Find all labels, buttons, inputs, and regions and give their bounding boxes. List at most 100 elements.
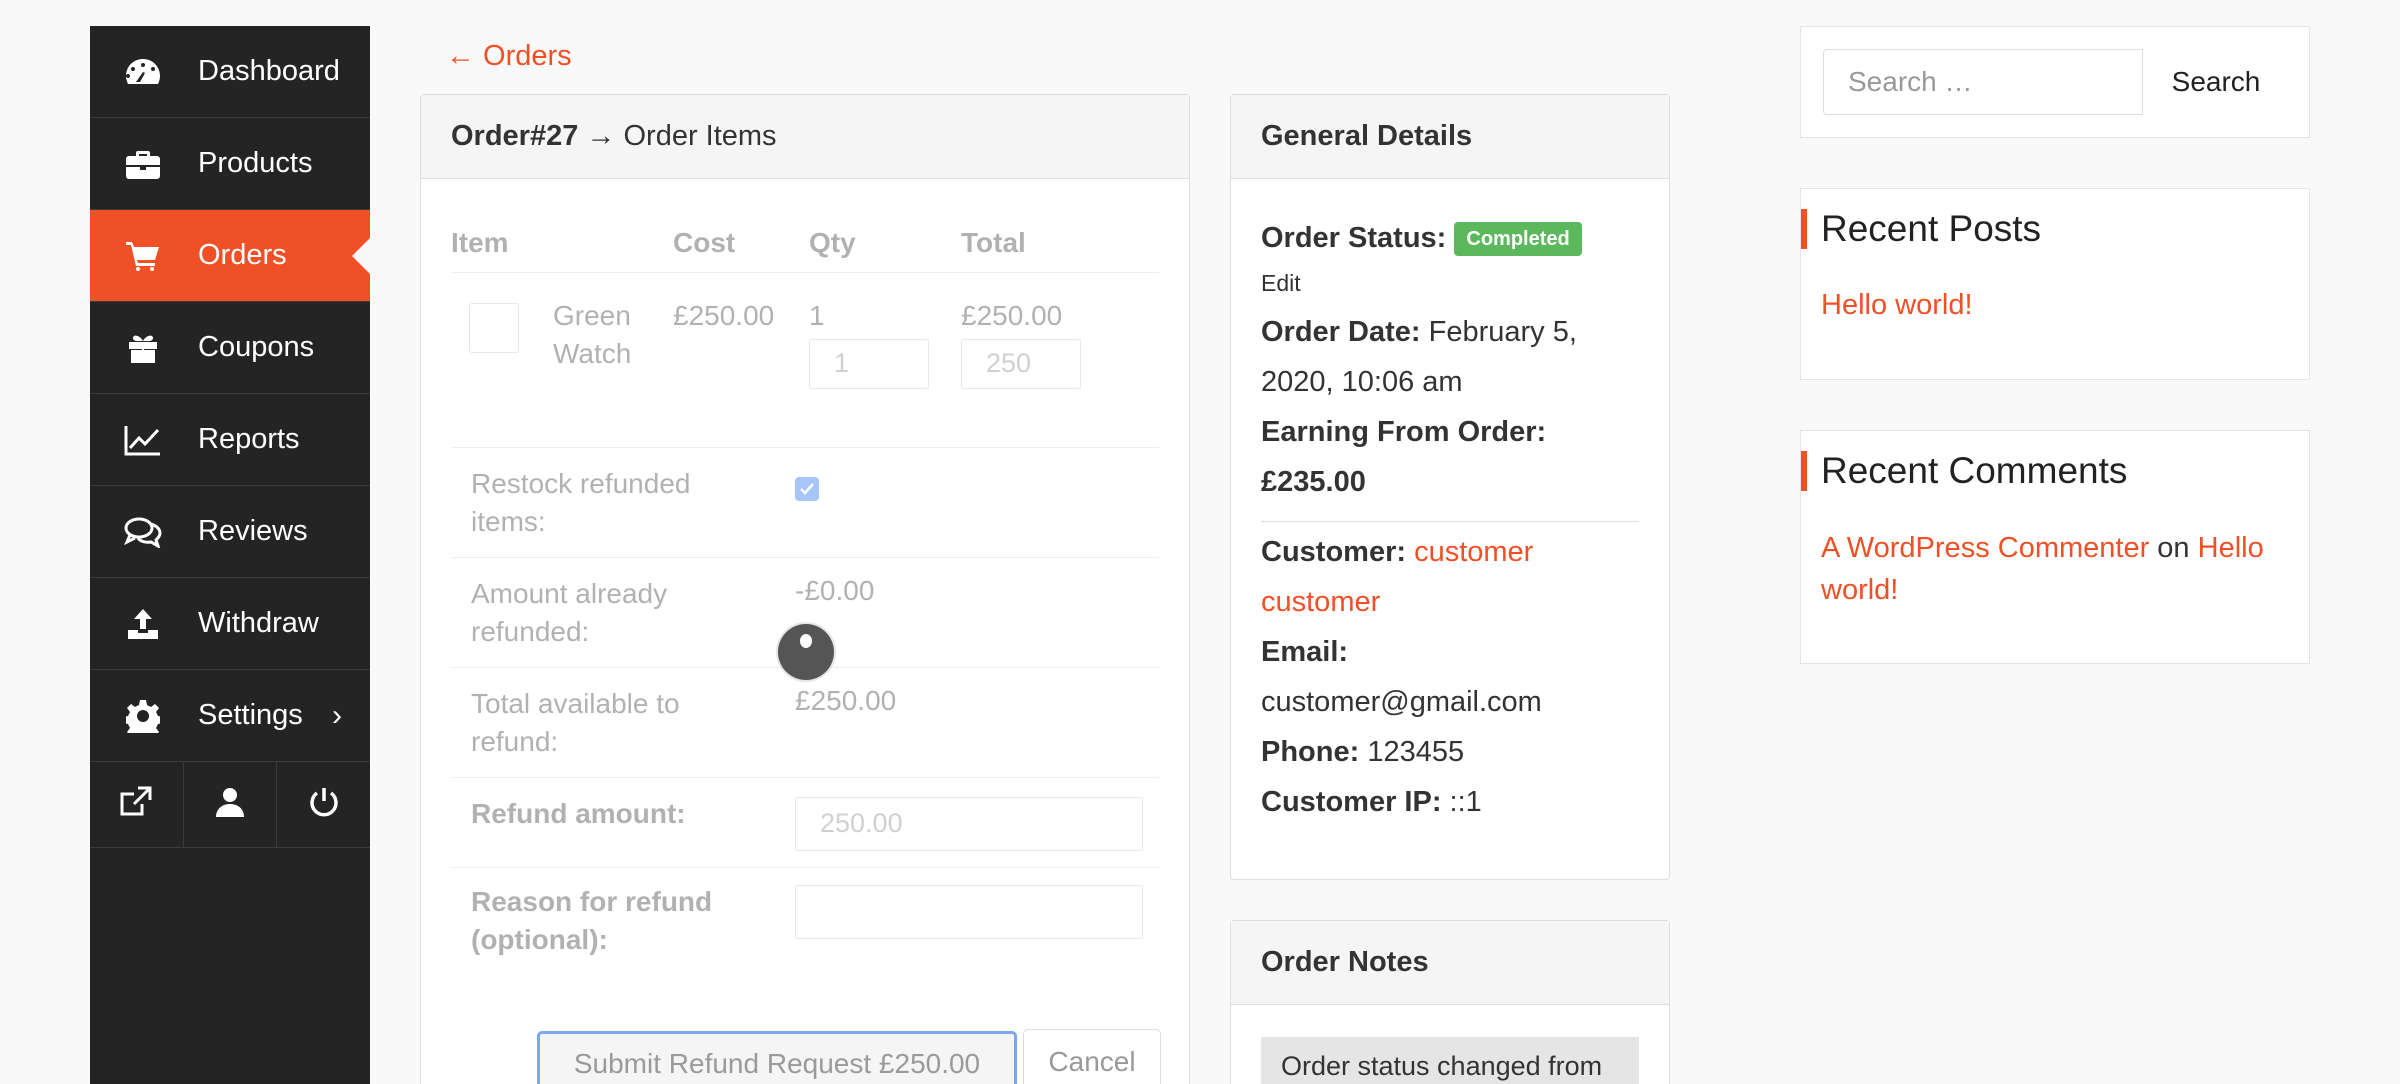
email-value: customer@gmail.com bbox=[1261, 686, 1542, 718]
item-total: £250.00 bbox=[961, 300, 1063, 331]
recent-posts-widget: Recent Posts Hello world! bbox=[1800, 188, 2310, 380]
refund-total-input[interactable]: 250 bbox=[961, 339, 1081, 389]
upload-icon bbox=[124, 605, 162, 643]
chart-line-icon bbox=[124, 421, 162, 459]
chevron-right-icon: › bbox=[332, 698, 342, 732]
available-refund-value: £250.00 bbox=[795, 685, 897, 716]
customer-ip-line: Customer IP: ::1 bbox=[1261, 777, 1482, 827]
sidebar-item-settings[interactable]: Settings › bbox=[90, 670, 370, 762]
refund-reason-input[interactable] bbox=[795, 885, 1143, 939]
sidebar-item-label: Dashboard bbox=[198, 55, 340, 87]
column-cost: Cost bbox=[673, 227, 736, 258]
order-notes-panel: Order Notes Order status changed from bbox=[1230, 920, 1670, 1084]
sidebar-item-reviews[interactable]: Reviews bbox=[90, 486, 370, 578]
already-refunded-label: Amount already refunded: bbox=[471, 578, 668, 647]
order-items-title: → Order Items bbox=[578, 120, 777, 152]
column-qty: Qty bbox=[809, 227, 856, 258]
sidebar-bottom-actions bbox=[90, 762, 370, 848]
status-badge: Completed bbox=[1454, 222, 1582, 257]
sidebar-item-coupons[interactable]: Coupons bbox=[90, 302, 370, 394]
phone-value: 123455 bbox=[1367, 736, 1465, 768]
order-status-label: Order Status: bbox=[1261, 222, 1447, 254]
refund-amount-input[interactable]: 250.00 bbox=[795, 797, 1143, 851]
email-label: Email: bbox=[1261, 636, 1349, 668]
refund-qty-input[interactable]: 1 bbox=[809, 339, 929, 389]
item-qty: 1 bbox=[809, 300, 825, 331]
available-refund-label: Total available to refund: bbox=[471, 688, 680, 757]
order-date-label: Order Date: bbox=[1261, 316, 1421, 348]
order-items-panel: Order#27 → Order Items Item Cost Qty Tot… bbox=[420, 94, 1190, 1084]
general-details-panel: General Details Order Status: Completed … bbox=[1230, 94, 1670, 880]
general-details-header: General Details bbox=[1231, 95, 1669, 179]
item-cost: £250.00 bbox=[673, 300, 775, 331]
sidebar-item-label: Reports bbox=[198, 423, 300, 455]
sidebar-item-orders[interactable]: Orders bbox=[90, 210, 370, 302]
general-details-title: General Details bbox=[1261, 120, 1473, 152]
divider bbox=[451, 557, 1159, 558]
sidebar-item-label: Orders bbox=[198, 239, 287, 271]
product-thumbnail bbox=[469, 303, 519, 353]
recent-posts-title: Recent Posts bbox=[1801, 209, 2041, 249]
restock-checkbox[interactable] bbox=[795, 477, 819, 501]
sidebar-item-label: Coupons bbox=[198, 331, 315, 363]
sidebar-item-label: Products bbox=[198, 147, 313, 179]
back-to-orders-link[interactable]: ← Orders bbox=[446, 40, 572, 73]
product-name-link[interactable]: Green Watch bbox=[553, 297, 663, 373]
customer-line: Customer: customer customer bbox=[1261, 527, 1651, 627]
earning-label: Earning From Order: bbox=[1261, 416, 1547, 448]
order-notes-header: Order Notes bbox=[1231, 921, 1669, 1005]
order-number: Order#27 bbox=[451, 120, 579, 152]
comments-icon bbox=[124, 513, 162, 551]
phone-label: Phone: bbox=[1261, 736, 1360, 768]
divider bbox=[451, 777, 1159, 778]
order-note: Order status changed from bbox=[1261, 1037, 1639, 1084]
divider bbox=[451, 867, 1159, 868]
customer-ip-label: Customer IP: bbox=[1261, 786, 1442, 818]
phone-line: Phone: 123455 bbox=[1261, 727, 1464, 777]
dashboard-icon bbox=[124, 53, 162, 91]
divider bbox=[1261, 521, 1639, 522]
earning-value: £235.00 bbox=[1261, 466, 1366, 498]
order-notes-title: Order Notes bbox=[1261, 946, 1429, 978]
refund-reason-label: Reason for refund (optional): bbox=[471, 886, 713, 955]
submit-refund-button[interactable]: Submit Refund Request £250.00 bbox=[537, 1031, 1017, 1084]
sidebar-item-products[interactable]: Products bbox=[90, 118, 370, 210]
sidebar-item-label: Withdraw bbox=[198, 607, 319, 639]
briefcase-icon bbox=[124, 145, 162, 183]
column-item: Item bbox=[451, 227, 509, 258]
already-refunded-value: -£0.00 bbox=[795, 575, 875, 606]
search-widget: Search … Search bbox=[1800, 26, 2310, 138]
order-items-header: Order#27 → Order Items bbox=[421, 95, 1189, 179]
cancel-refund-button[interactable]: Cancel bbox=[1023, 1029, 1161, 1084]
cart-icon bbox=[124, 237, 162, 275]
mouse-cursor-indicator bbox=[778, 624, 834, 680]
items-table-header: Item Cost Qty Total bbox=[451, 209, 1159, 273]
profile-button[interactable] bbox=[184, 762, 278, 847]
logout-button[interactable] bbox=[277, 762, 370, 847]
external-link-icon bbox=[118, 786, 154, 823]
comment-author-link[interactable]: A WordPress Commenter bbox=[1821, 532, 2149, 564]
column-total: Total bbox=[961, 227, 1026, 258]
recent-comments-title: Recent Comments bbox=[1801, 451, 2127, 491]
sidebar-item-reports[interactable]: Reports bbox=[90, 394, 370, 486]
power-icon bbox=[308, 786, 340, 823]
restock-label: Restock refunded items: bbox=[471, 468, 691, 537]
edit-status-link[interactable]: Edit bbox=[1261, 263, 1301, 303]
recent-comments-widget: Recent Comments A WordPress Commenter on… bbox=[1800, 430, 2310, 664]
visit-store-button[interactable] bbox=[90, 762, 184, 847]
sidebar-item-label: Settings bbox=[198, 699, 303, 731]
user-icon bbox=[216, 787, 244, 822]
sidebar-item-label: Reviews bbox=[198, 515, 308, 547]
gift-icon bbox=[124, 329, 162, 367]
recent-post-link[interactable]: Hello world! bbox=[1821, 289, 1973, 322]
dashboard-sidebar: Dashboard Products Orders Coupons Report… bbox=[90, 26, 370, 1084]
customer-label: Customer: bbox=[1261, 536, 1407, 568]
sidebar-item-withdraw[interactable]: Withdraw bbox=[90, 578, 370, 670]
gear-icon bbox=[124, 697, 162, 735]
sidebar-item-dashboard[interactable]: Dashboard bbox=[90, 26, 370, 118]
search-input[interactable]: Search … bbox=[1823, 49, 2143, 115]
refund-amount-label: Refund amount: bbox=[471, 798, 686, 829]
search-button[interactable]: Search bbox=[2143, 49, 2289, 115]
customer-ip-value: ::1 bbox=[1449, 786, 1482, 818]
divider bbox=[451, 447, 1159, 448]
